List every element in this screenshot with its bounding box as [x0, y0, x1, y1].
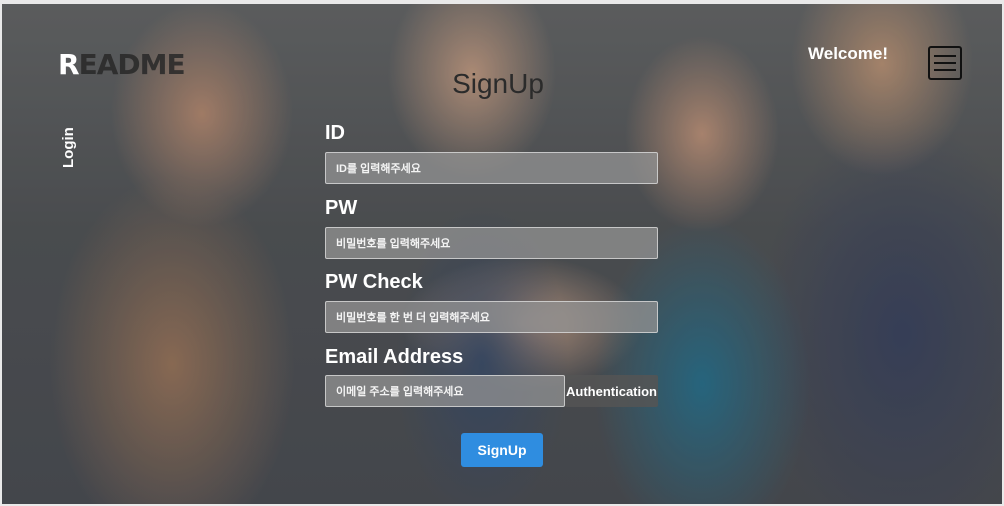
id-input[interactable]: ID를 입력해주세요 — [325, 152, 658, 184]
signup-button[interactable]: SignUp — [461, 433, 543, 467]
pw-check-label: PW Check — [325, 271, 423, 293]
signup-page: README Login Welcome! SignUp ID ID를 입력해주… — [2, 4, 1002, 504]
authentication-button[interactable]: Authentication — [565, 375, 658, 407]
pw-input[interactable]: 비밀번호를 입력해주세요 — [325, 227, 658, 259]
login-link[interactable]: Login — [60, 127, 77, 168]
email-input[interactable]: 이메일 주소를 입력해주세요 — [325, 375, 565, 407]
email-label: Email Address — [325, 346, 464, 368]
pw-check-input[interactable]: 비밀번호를 한 번 더 입력해주세요 — [325, 301, 658, 333]
pw-label: PW — [325, 197, 358, 219]
hamburger-icon — [934, 55, 956, 57]
page-title: SignUp — [452, 68, 544, 99]
id-label: ID — [325, 122, 345, 144]
welcome-text: Welcome! — [808, 44, 888, 63]
